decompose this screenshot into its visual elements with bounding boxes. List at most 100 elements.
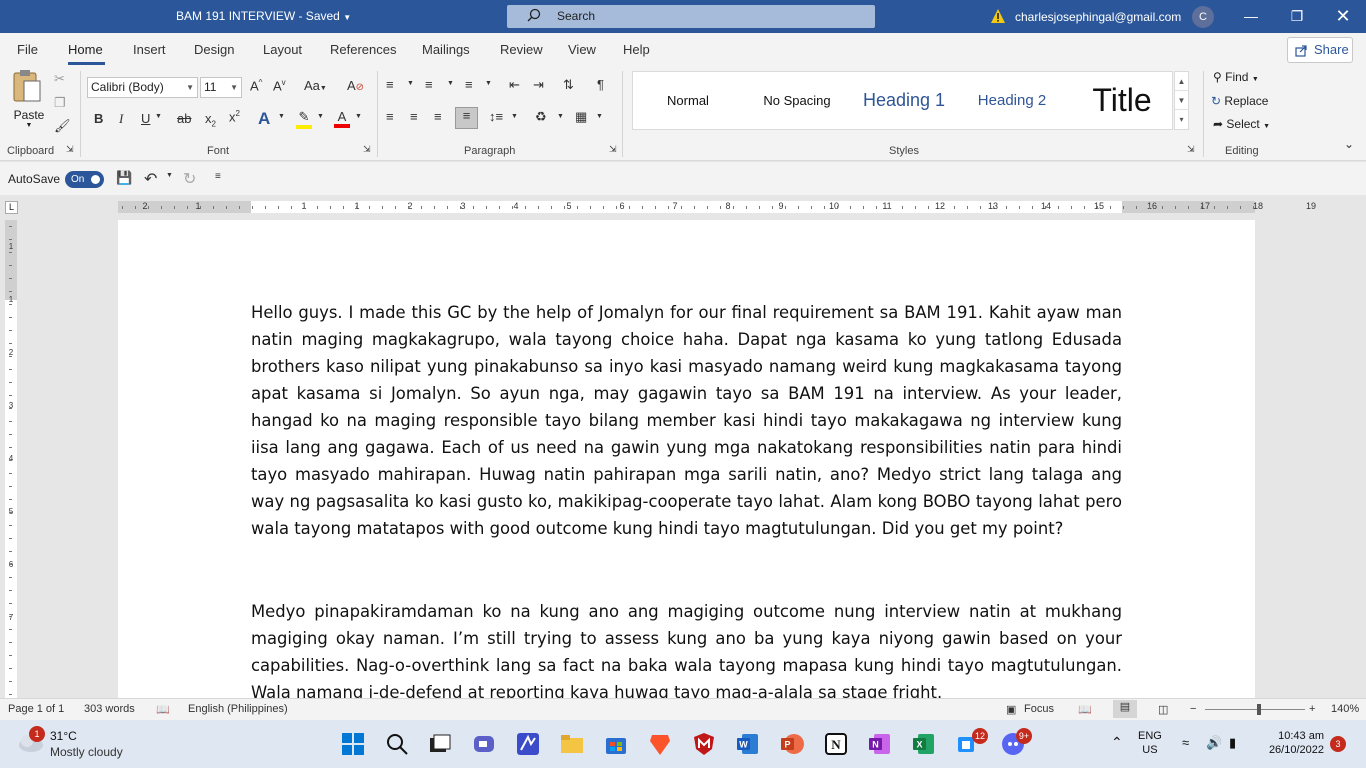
word-count[interactable]: 303 words [84,703,135,715]
shrink-font-icon[interactable]: Av [273,78,286,93]
brave-browser-icon[interactable] [648,732,672,756]
font-color-icon[interactable]: A [334,109,350,128]
focus-icon[interactable]: ▣ [1006,703,1016,716]
select-button[interactable]: ➦ Select ▼ [1213,117,1270,131]
focus-button[interactable]: Focus [1024,703,1054,715]
align-left-icon[interactable]: ≡ [386,109,394,124]
numbering-icon[interactable]: ≡ [425,77,433,92]
style-heading-1[interactable]: Heading 1 [857,72,951,129]
superscript-icon[interactable]: x2 [229,109,240,124]
document-page[interactable]: Hello guys. I made this GC by the help o… [118,220,1255,700]
share-button[interactable]: Share [1287,37,1353,63]
redo-icon[interactable]: ↻ [183,169,196,189]
chevron-down-icon[interactable]: ▼ [511,113,518,120]
style-title[interactable]: Title [1081,72,1163,129]
grow-font-icon[interactable]: A^ [250,78,262,93]
language-switcher[interactable]: ENG US [1138,730,1162,756]
underline-icon[interactable]: U [141,111,150,126]
tab-view[interactable]: View [568,42,596,57]
highlight-icon[interactable]: ✎ [296,109,312,129]
word-icon[interactable]: W [736,732,760,756]
chevron-down-icon[interactable]: ▼ [166,172,173,179]
read-mode-icon[interactable]: 📖 [1078,703,1092,716]
search-icon[interactable] [385,732,409,756]
borders-icon[interactable]: ▦ [575,109,587,125]
language-indicator[interactable]: English (Philippines) [188,703,288,715]
notification-count[interactable]: 3 [1330,736,1346,752]
tab-selector[interactable]: L [5,201,18,214]
zoom-slider-handle[interactable] [1257,704,1261,715]
bullets-icon[interactable]: ≡ [386,77,394,92]
page-count[interactable]: Page 1 of 1 [8,703,64,715]
change-case-icon[interactable]: Aa▼ [304,78,327,93]
tab-review[interactable]: Review [500,42,543,57]
chevron-down-icon[interactable]: ▼ [317,113,324,120]
tab-design[interactable]: Design [194,42,234,57]
chevron-down-icon[interactable]: ▼ [155,113,162,120]
teams-chat-icon[interactable] [472,732,496,756]
chevron-down-icon[interactable]: ▼ [355,113,362,120]
proofing-icon[interactable]: 📖 [156,703,170,716]
dialog-launcher-icon[interactable]: ⇲ [609,144,617,155]
tab-references[interactable]: References [330,42,396,57]
chevron-up-icon[interactable]: ⌃ [1111,734,1123,751]
account-email[interactable]: charlesjosephingal@gmail.com [1015,10,1181,24]
web-layout-icon[interactable]: ◫ [1158,703,1168,716]
copy-icon[interactable]: ❐ [54,95,66,111]
cut-icon[interactable]: ✂ [54,71,65,87]
style-heading-2[interactable]: Heading 2 [969,72,1055,129]
battery-icon[interactable]: ▮ [1229,735,1236,751]
autosave-toggle[interactable]: On [65,171,104,188]
font-size-select[interactable]: 11 ▼ [200,77,242,98]
print-layout-icon[interactable]: ▤ [1113,700,1137,718]
dialog-launcher-icon[interactable]: ⇲ [66,144,74,155]
pilcrow-icon[interactable]: ¶ [597,77,604,92]
customize-toolbar-icon[interactable]: ≡ [215,171,221,182]
align-center-icon[interactable]: ≡ [410,109,418,124]
weather-widget[interactable]: 1 [15,720,135,768]
chevron-down-icon[interactable]: ▼ [447,80,454,87]
chevron-down-icon[interactable]: ▼ [407,80,414,87]
tab-insert[interactable]: Insert [133,42,166,57]
close-icon[interactable]: ✕ [1333,7,1353,27]
document-paragraph[interactable]: Hello guys. I made this GC by the help o… [251,299,1122,542]
file-explorer-icon[interactable] [560,732,584,756]
format-painter-icon[interactable]: 🖌 [54,118,71,134]
shading-icon[interactable]: ♻ [535,109,547,125]
mcafee-icon[interactable] [692,732,716,756]
tab-layout[interactable]: Layout [263,42,302,57]
chevron-down-icon[interactable]: ▼ [1175,91,1188,110]
notion-icon[interactable]: N [824,732,848,756]
powerpoint-icon[interactable]: P [780,732,804,756]
chevron-up-icon[interactable]: ▲ [1175,72,1188,91]
text-effects-icon[interactable]: A [258,109,270,129]
search-box[interactable]: Search [507,5,875,28]
power-automate-icon[interactable] [516,732,540,756]
increase-indent-icon[interactable]: ⇥ [533,77,544,93]
subscript-icon[interactable]: x2 [205,111,216,129]
decrease-indent-icon[interactable]: ⇤ [509,77,520,93]
align-right-icon[interactable]: ≡ [434,109,442,124]
onenote-icon[interactable]: N [868,732,892,756]
sort-icon[interactable]: ⇅ [563,77,574,93]
collapse-ribbon-icon[interactable]: ⌄ [1344,137,1354,151]
style-normal[interactable]: Normal [653,72,723,129]
volume-icon[interactable]: 🔊 [1206,735,1222,751]
justify-icon[interactable]: ≡ [455,107,478,129]
zoom-in-icon[interactable]: + [1309,703,1315,715]
save-icon[interactable]: 💾 [116,170,132,186]
dialog-launcher-icon[interactable]: ⇲ [363,144,371,155]
find-button[interactable]: ⚲ Find ▼ [1213,70,1259,84]
chevron-down-icon[interactable]: ▼ [557,113,564,120]
bold-icon[interactable]: B [94,111,103,126]
replace-button[interactable]: ↻ Replace [1211,94,1268,108]
store-icon[interactable] [604,732,628,756]
italic-icon[interactable]: I [119,111,123,127]
zoom-out-icon[interactable]: − [1190,703,1196,715]
dialog-launcher-icon[interactable]: ⇲ [1187,144,1195,155]
tab-file[interactable]: File [17,42,38,57]
zoom-slider[interactable] [1205,709,1305,710]
wifi-icon[interactable]: ≈ [1182,735,1189,750]
chevron-down-icon[interactable]: ▼ [278,113,285,120]
document-paragraph[interactable]: Medyo pinapakiramdaman ko na kung ano an… [251,598,1122,700]
